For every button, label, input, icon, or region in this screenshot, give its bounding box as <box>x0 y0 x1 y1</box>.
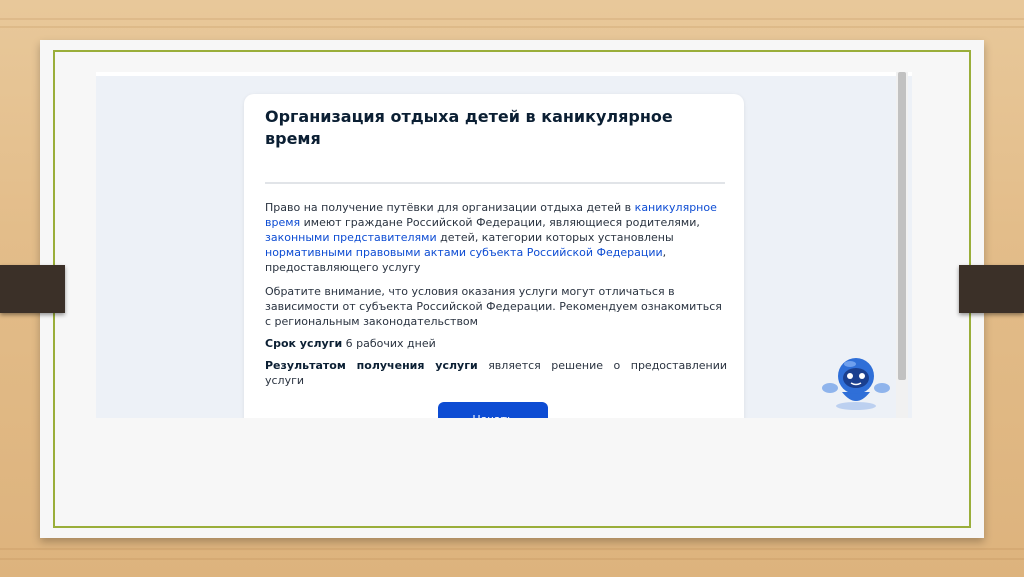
eligibility-paragraph: Право на получение путёвки для организац… <box>265 200 727 275</box>
term-label: Срок услуги <box>265 337 343 350</box>
link-regulatory-acts[interactable]: нормативными правовыми актами субъекта Р… <box>265 246 663 259</box>
service-result: Результатом получения услуги является ре… <box>265 358 727 388</box>
link-legal-representatives[interactable]: законными представителями <box>265 231 437 244</box>
notice-paragraph: Обратите внимание, что условия оказания … <box>265 285 722 328</box>
page-title: Организация отдыха детей в каникулярное … <box>265 107 673 148</box>
eligibility-text-1: Право на получение путёвки для организац… <box>265 201 635 214</box>
scrollbar-thumb[interactable] <box>898 72 906 380</box>
robot-assistant-icon[interactable] <box>820 352 892 412</box>
service-card: Организация отдыха детей в каникулярное … <box>244 94 744 418</box>
title-divider <box>265 182 725 184</box>
term-value: 6 рабочих дней <box>342 337 436 350</box>
left-tape <box>0 265 65 313</box>
eligibility-text-2: имеют граждане Российской Федерации, явл… <box>300 216 700 229</box>
eligibility-text-3: детей, категории которых установлены <box>436 231 674 244</box>
right-tape <box>959 265 1024 313</box>
service-term: Срок услуги 6 рабочих дней <box>265 336 727 351</box>
top-bar <box>96 72 912 76</box>
result-label: Результатом получения услуги <box>265 359 478 372</box>
service-screenshot: Организация отдыха детей в каникулярное … <box>96 72 912 418</box>
start-button[interactable]: Начать <box>438 402 548 418</box>
